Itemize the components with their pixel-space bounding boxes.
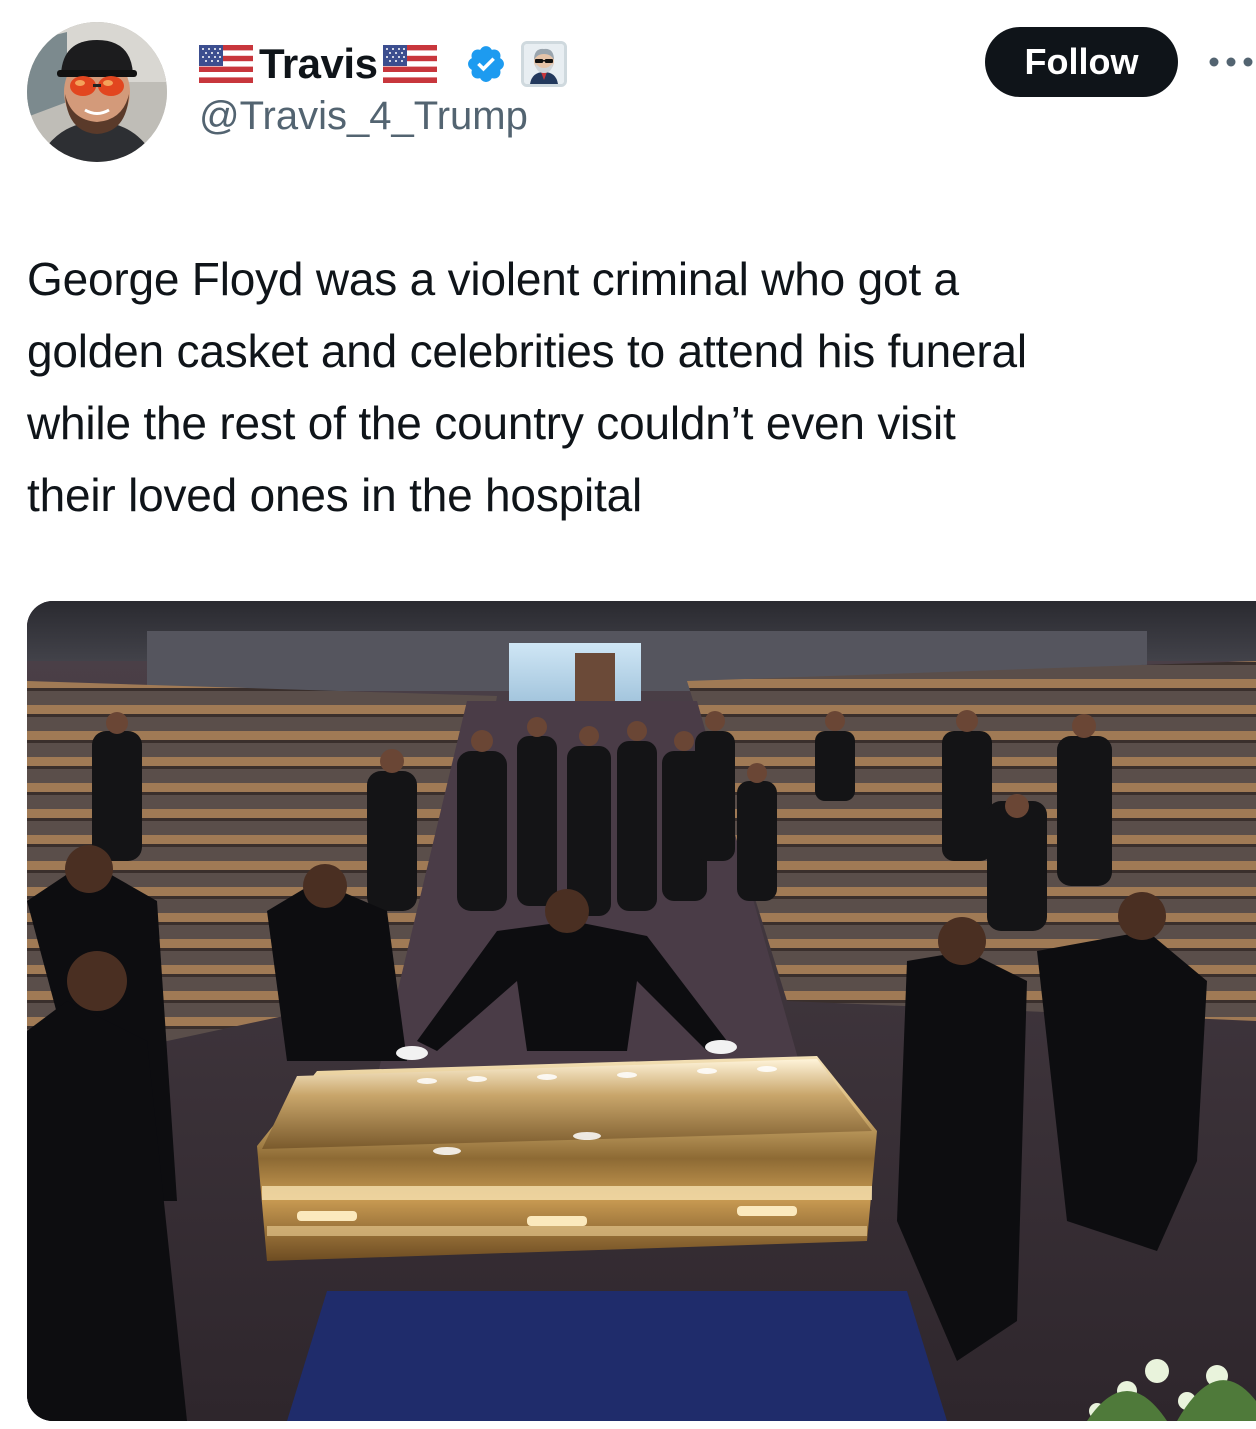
us-flag-icon: [383, 45, 438, 83]
tweet-text: George Floyd was a violent criminal who …: [27, 253, 1027, 521]
author-name-row[interactable]: Travis: [199, 36, 568, 92]
author-handle[interactable]: @Travis_4_Trump: [199, 96, 528, 136]
tweet-card: Travis @Travis_4_Trump Follow George Flo…: [0, 0, 1256, 1429]
more-dots-icon[interactable]: [1206, 52, 1256, 72]
verified-badge-icon[interactable]: [465, 43, 507, 85]
us-flag-icon: [199, 45, 253, 83]
follow-button[interactable]: Follow: [985, 27, 1178, 97]
author-display-name[interactable]: Travis: [259, 43, 378, 85]
tweet-photo[interactable]: [27, 601, 1256, 1421]
avatar[interactable]: [27, 22, 167, 162]
affiliation-badge-icon[interactable]: [521, 41, 568, 87]
